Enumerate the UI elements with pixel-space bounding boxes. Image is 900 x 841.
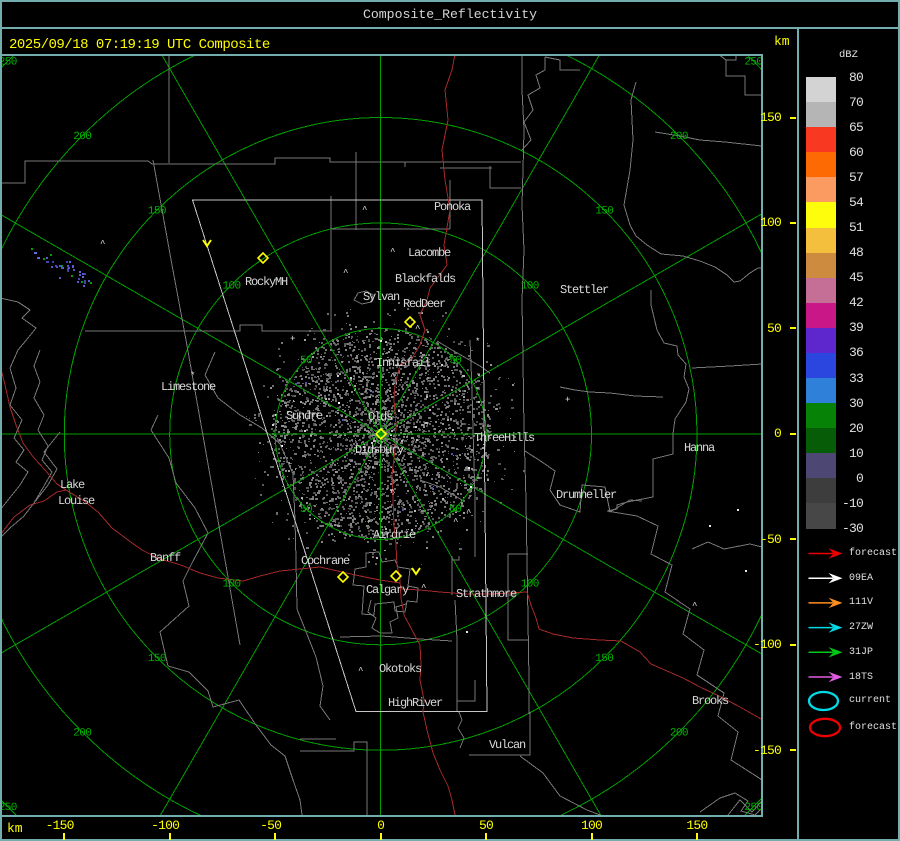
svg-text:^: ^ xyxy=(415,324,420,334)
svg-text:^: ^ xyxy=(390,247,395,257)
svg-text:Okotoks: Okotoks xyxy=(379,662,422,676)
svg-text:^: ^ xyxy=(421,583,426,593)
svg-text:50: 50 xyxy=(449,355,461,367)
svg-text:Limestone: Limestone xyxy=(161,380,216,394)
svg-text:100: 100 xyxy=(222,579,240,591)
svg-text:Vulcan: Vulcan xyxy=(489,738,526,752)
svg-text:150: 150 xyxy=(595,653,613,665)
svg-text:+: + xyxy=(290,334,295,344)
svg-text:200: 200 xyxy=(73,728,91,740)
svg-text:250: 250 xyxy=(744,802,762,814)
svg-text:^: ^ xyxy=(362,205,367,215)
svg-text:150: 150 xyxy=(148,653,166,665)
svg-text:Brooks: Brooks xyxy=(692,694,729,708)
svg-text:Hanna: Hanna xyxy=(684,441,715,455)
svg-text:Stettler: Stettler xyxy=(560,283,609,297)
svg-text:Lake: Lake xyxy=(60,478,85,492)
svg-text:^: ^ xyxy=(453,517,458,527)
svg-text:Cochrane: Cochrane xyxy=(301,554,350,568)
svg-text:200: 200 xyxy=(670,131,688,143)
svg-text:200: 200 xyxy=(73,131,91,143)
svg-text:Blackfalds: Blackfalds xyxy=(395,272,456,286)
svg-text:^: ^ xyxy=(100,239,105,249)
svg-text:^: ^ xyxy=(466,508,471,518)
svg-text:^: ^ xyxy=(692,601,697,611)
svg-text:150: 150 xyxy=(595,206,613,218)
svg-text:^: ^ xyxy=(390,372,395,382)
svg-text:Innisfail: Innisfail xyxy=(376,356,431,370)
svg-text:RedDeer: RedDeer xyxy=(403,297,446,311)
svg-text:Calgary: Calgary xyxy=(366,583,409,597)
svg-text:250: 250 xyxy=(744,57,762,69)
svg-text:+: + xyxy=(565,395,570,405)
svg-text:100: 100 xyxy=(521,280,539,292)
svg-text:Strathmore: Strathmore xyxy=(456,587,517,601)
svg-text:50: 50 xyxy=(300,504,312,516)
svg-text:Didsbury: Didsbury xyxy=(355,443,404,457)
svg-text:Louise: Louise xyxy=(58,494,95,508)
svg-text:250: 250 xyxy=(0,57,17,69)
svg-text:*: * xyxy=(190,371,195,381)
svg-text:200: 200 xyxy=(670,728,688,740)
svg-text:^: ^ xyxy=(343,268,348,278)
svg-text:250: 250 xyxy=(0,802,17,814)
svg-text:50: 50 xyxy=(300,355,312,367)
svg-text:HighRiver: HighRiver xyxy=(388,696,443,710)
svg-text:Sylvan: Sylvan xyxy=(363,290,400,304)
svg-text:Lacombe: Lacombe xyxy=(408,246,451,260)
svg-text:Banff: Banff xyxy=(150,551,181,565)
svg-text:150: 150 xyxy=(148,206,166,218)
svg-text:^: ^ xyxy=(381,457,386,467)
svg-text:100: 100 xyxy=(521,579,539,591)
svg-text:100: 100 xyxy=(222,280,240,292)
svg-text:Drumheller: Drumheller xyxy=(556,488,617,502)
svg-text:^: ^ xyxy=(390,488,395,498)
svg-text:RockyMH: RockyMH xyxy=(245,275,288,289)
svg-text:ThreeHills: ThreeHills xyxy=(474,431,535,445)
svg-text:Sundre: Sundre xyxy=(286,409,323,423)
svg-text:^: ^ xyxy=(358,666,363,676)
svg-text:Ponoka: Ponoka xyxy=(434,200,471,214)
svg-text:*: * xyxy=(475,337,480,347)
svg-text:Airdrie: Airdrie xyxy=(373,528,416,542)
svg-text:50: 50 xyxy=(449,504,461,516)
svg-text:Olds: Olds xyxy=(368,410,393,424)
